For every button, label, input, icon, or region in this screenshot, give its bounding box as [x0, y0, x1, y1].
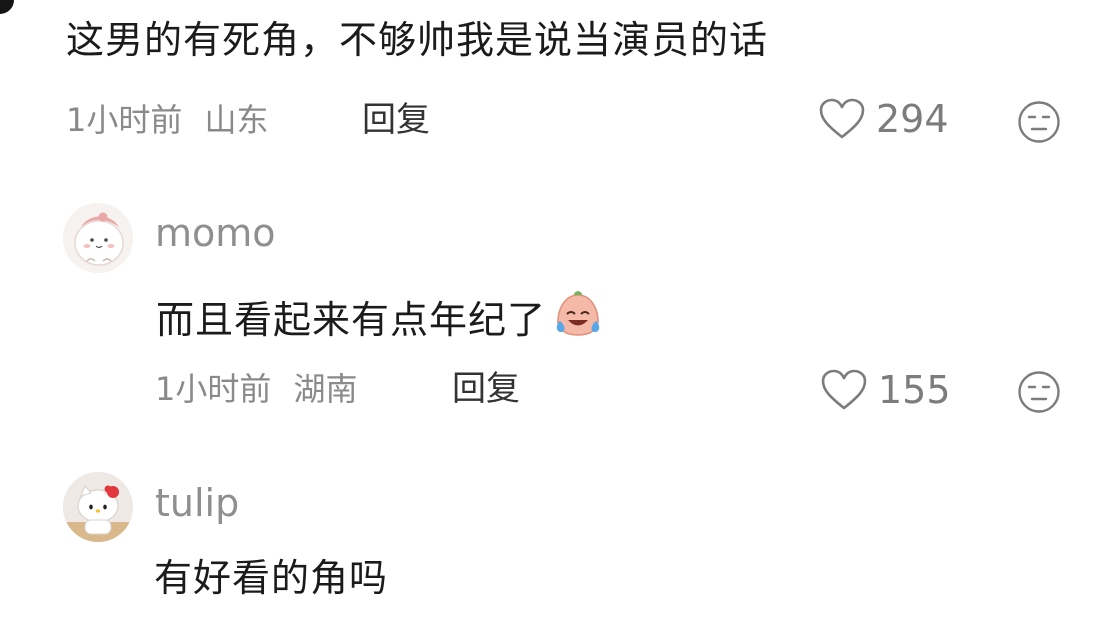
- comment-meta: 1小时前 湖南: [155, 370, 358, 408]
- avatar-image: [63, 472, 133, 542]
- reply-button[interactable]: 回复: [452, 370, 520, 408]
- like-count: 294: [876, 97, 949, 141]
- neutral-face-icon[interactable]: [1017, 100, 1061, 144]
- like-count: 155: [878, 368, 951, 412]
- comment-meta: 1小时前 山东: [66, 101, 269, 139]
- corner-decoration: [0, 0, 14, 14]
- comment-location: 山东: [204, 101, 269, 139]
- avatar-image: [63, 203, 133, 273]
- like-button[interactable]: 294: [818, 97, 949, 141]
- comment-text-content: 而且看起来有点年纪了: [156, 298, 547, 342]
- heart-outline-icon: [819, 98, 865, 139]
- comment-time: 1小时前: [155, 370, 272, 408]
- like-button[interactable]: 155: [820, 368, 951, 412]
- comment-location: 湖南: [293, 370, 358, 408]
- comment-text: 这男的有死角，不够帅我是说当演员的话: [66, 18, 769, 62]
- neutral-face-icon[interactable]: [1017, 370, 1061, 414]
- comment-text: 而且看起来有点年纪了: [156, 287, 604, 342]
- avatar[interactable]: [63, 472, 133, 542]
- username[interactable]: tulip: [155, 481, 239, 525]
- reply-button[interactable]: 回复: [362, 101, 430, 139]
- comment-text: 有好看的角吗: [154, 556, 389, 600]
- comment-time: 1小时前: [66, 101, 183, 139]
- crying-laughing-emoji: [556, 291, 600, 336]
- heart-outline-icon: [821, 369, 867, 410]
- username[interactable]: momo: [155, 211, 276, 255]
- avatar[interactable]: [63, 203, 133, 273]
